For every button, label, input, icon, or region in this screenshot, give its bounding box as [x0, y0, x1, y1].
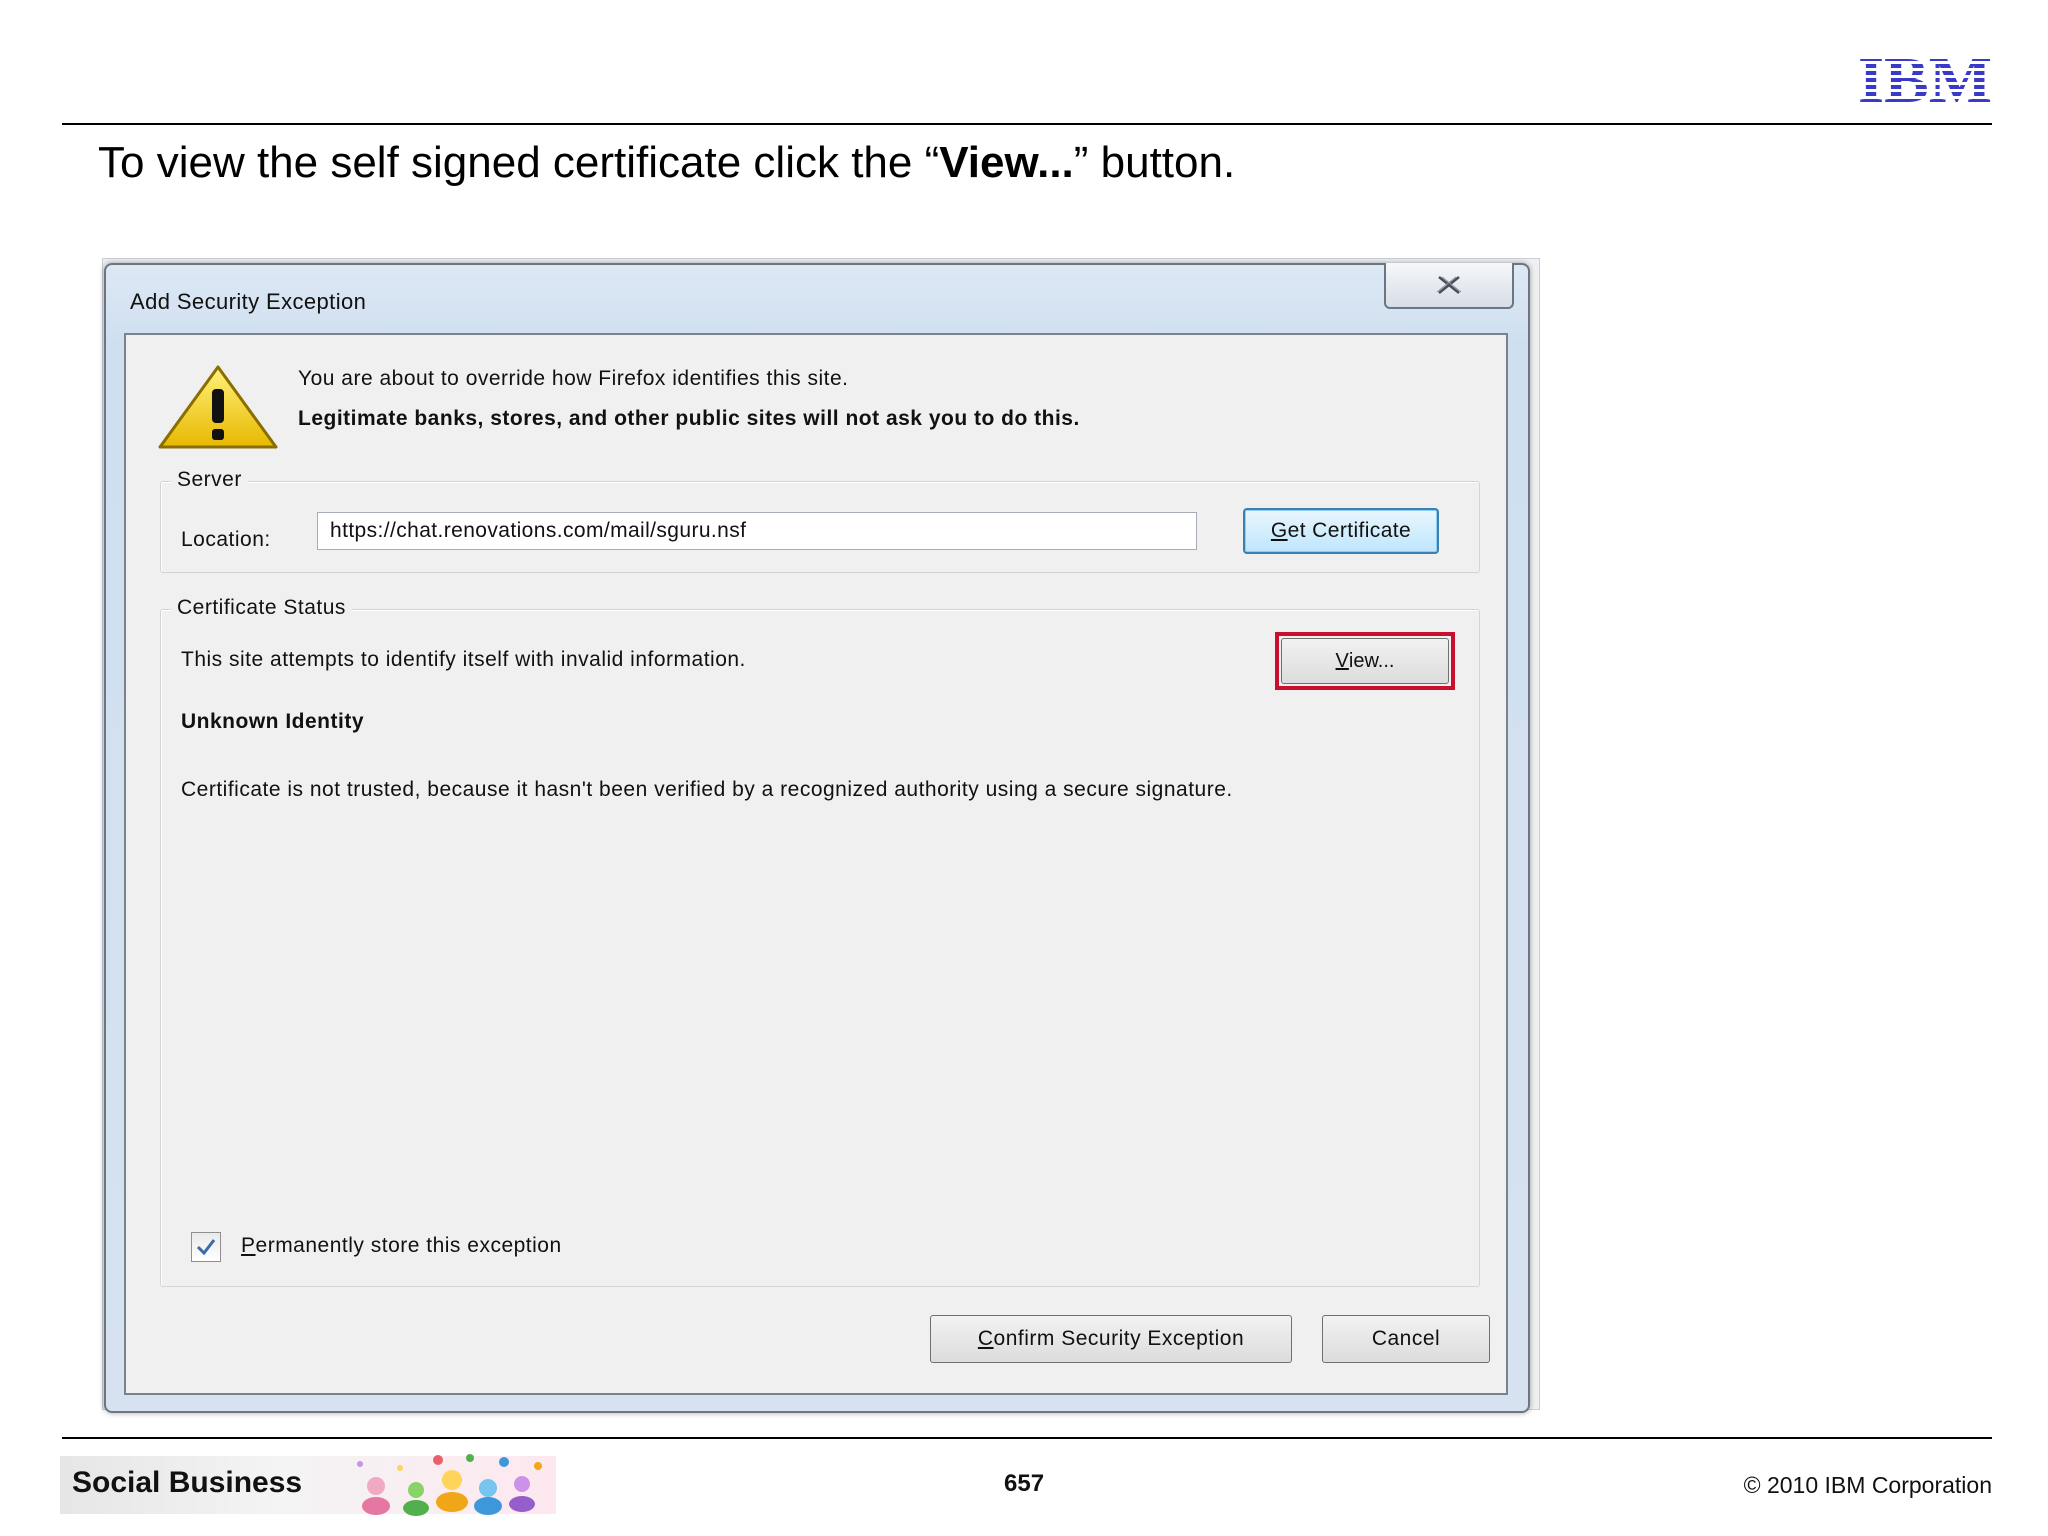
confirm-security-exception-button[interactable]: Confirm Security Exception — [930, 1315, 1292, 1363]
svg-text:IBM: IBM — [1858, 50, 1992, 106]
status-message: This site attempts to identify itself wi… — [181, 648, 746, 671]
copyright: © 2010 IBM Corporation — [1743, 1472, 1992, 1498]
checkmark-icon — [196, 1239, 216, 1256]
page-number: 657 — [1004, 1470, 1045, 1497]
footer-rule — [62, 1437, 1992, 1439]
ibm-logo: IBM — [1858, 50, 1992, 106]
warning-emphasis: Legitimate banks, stores, and other publ… — [298, 407, 1080, 430]
dialog-body: You are about to override how Firefox id… — [124, 333, 1508, 1395]
dialog-title: Add Security Exception — [130, 289, 367, 314]
identity-heading: Unknown Identity — [181, 710, 364, 733]
server-legend: Server — [171, 468, 248, 492]
add-security-exception-dialog: Add Security Exception You are about to … — [104, 263, 1530, 1413]
close-icon — [1436, 276, 1462, 294]
slide-title: To view the self signed certificate clic… — [98, 138, 1236, 187]
warning-message: You are about to override how Firefox id… — [298, 367, 849, 390]
close-button[interactable] — [1384, 263, 1514, 309]
cancel-button[interactable]: Cancel — [1322, 1315, 1490, 1363]
identity-detail: Certificate is not trusted, because it h… — [181, 778, 1233, 801]
get-certificate-button[interactable]: Get Certificate — [1243, 508, 1439, 554]
certificate-status-legend: Certificate Status — [171, 596, 352, 620]
location-label: Location: — [181, 528, 271, 551]
certificate-status-group: Certificate Status This site attempts to… — [160, 596, 1480, 1287]
server-group: Server Location: https://chat.renovation… — [160, 468, 1480, 573]
warning-icon — [158, 365, 278, 449]
permanent-store-checkbox[interactable] — [191, 1232, 221, 1262]
view-button[interactable]: View... — [1281, 638, 1449, 684]
location-input[interactable]: https://chat.renovations.com/mail/sguru.… — [317, 512, 1197, 550]
footer-brand: Social Business — [72, 1466, 303, 1499]
permanent-store-label[interactable]: Permanently store this exception — [241, 1234, 562, 1258]
header-rule — [62, 123, 1992, 125]
